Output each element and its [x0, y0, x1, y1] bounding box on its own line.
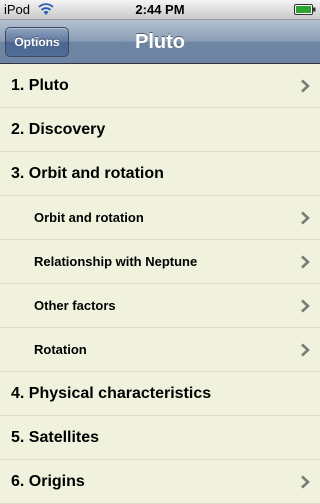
- row-label: 2. Discovery: [11, 121, 106, 138]
- chevron-right-icon: [301, 211, 310, 225]
- row-label: Orbit and rotation: [34, 210, 144, 225]
- section-row[interactable]: 3. Orbit and rotation: [0, 152, 320, 196]
- row-label: Rotation: [34, 342, 87, 357]
- table-of-contents-list: 1. Pluto 2. Discovery 3. Orbit and rotatio…: [0, 64, 320, 504]
- chevron-right-icon: [301, 343, 310, 357]
- chevron-right-icon: [301, 475, 310, 489]
- status-bar: iPod 2:44 PM: [0, 0, 320, 20]
- subsection-row[interactable]: Relationship with Neptune: [0, 240, 320, 284]
- chevron-right-icon: [301, 299, 310, 313]
- section-row[interactable]: 2. Discovery: [0, 108, 320, 152]
- section-row[interactable]: 4. Physical characteristics: [0, 372, 320, 416]
- page-title: Pluto: [135, 31, 185, 53]
- battery-icon: [294, 4, 316, 15]
- section-row[interactable]: 1. Pluto: [0, 64, 320, 108]
- row-label: 1. Pluto: [11, 77, 69, 94]
- navigation-bar: Options Pluto: [0, 20, 320, 64]
- row-label: 6. Origins: [11, 473, 85, 490]
- status-time: 2:44 PM: [135, 2, 185, 17]
- row-label: 3. Orbit and rotation: [11, 165, 164, 182]
- chevron-right-icon: [301, 79, 310, 93]
- subsection-row[interactable]: Rotation: [0, 328, 320, 372]
- section-row[interactable]: 5. Satellites: [0, 416, 320, 460]
- row-label: 4. Physical characteristics: [11, 385, 212, 402]
- row-label: 5. Satellites: [11, 429, 100, 446]
- section-row[interactable]: 6. Origins: [0, 460, 320, 504]
- chevron-right-icon: [301, 255, 310, 269]
- row-label: Relationship with Neptune: [34, 254, 198, 269]
- row-label: Other factors: [34, 298, 116, 313]
- subsection-row[interactable]: Other factors: [0, 284, 320, 328]
- subsection-row[interactable]: Orbit and rotation: [0, 196, 320, 240]
